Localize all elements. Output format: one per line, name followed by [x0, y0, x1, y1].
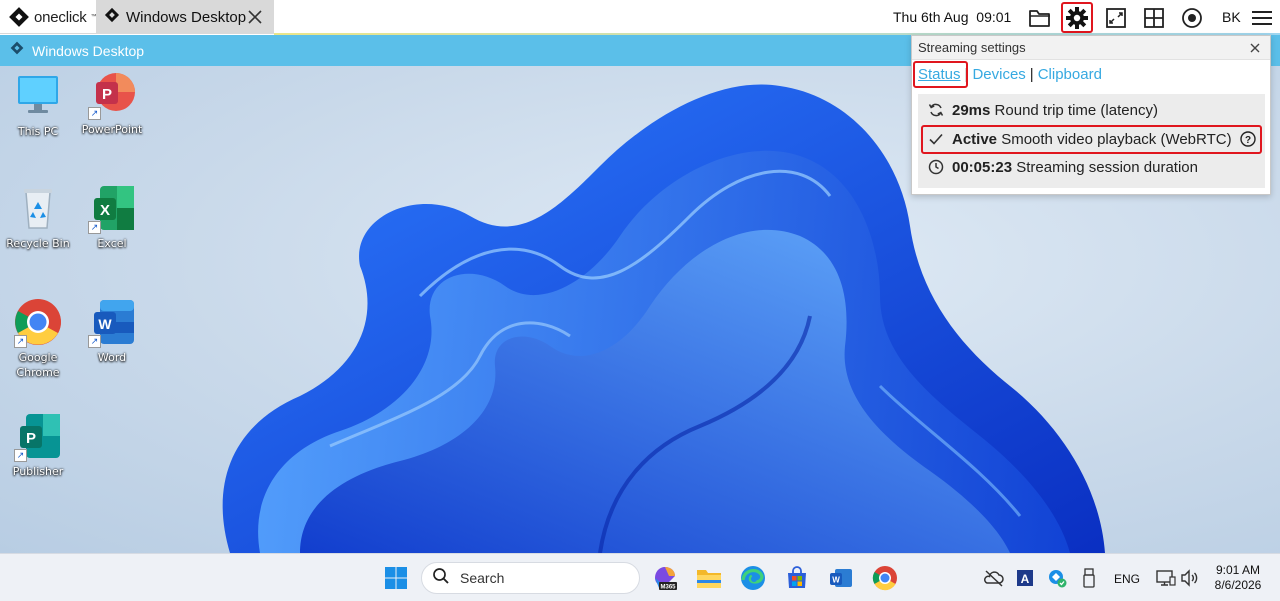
- desktop-icon-recycle-bin[interactable]: Recycle Bin: [3, 184, 73, 251]
- svg-text:A: A: [1021, 572, 1030, 586]
- volume-icon[interactable]: [1176, 564, 1204, 592]
- brand-logo[interactable]: oneclick ™: [0, 0, 97, 34]
- m365-icon[interactable]: M365: [651, 564, 679, 592]
- diamond-icon: [104, 7, 120, 28]
- clock-icon: [928, 159, 944, 175]
- language-indicator[interactable]: ENG: [1114, 572, 1140, 586]
- shortcut-arrow-icon: ↗: [14, 335, 27, 348]
- windows-start-icon[interactable]: [382, 564, 410, 592]
- desktop-icon-label: Excel: [97, 237, 127, 250]
- grid-icon[interactable]: [1141, 5, 1167, 31]
- word-icon: W ↗: [88, 298, 136, 348]
- desktop-icon-word[interactable]: W ↗ Word: [77, 298, 147, 365]
- shortcut-arrow-icon: ↗: [14, 449, 27, 462]
- duration-value: 00:05:23: [952, 158, 1013, 176]
- publisher-icon: P ↗: [14, 412, 62, 462]
- user-avatar[interactable]: BK: [1222, 9, 1241, 25]
- tab-windows-desktop[interactable]: Windows Desktop: [96, 0, 274, 34]
- menu-icon[interactable]: [1249, 5, 1275, 31]
- duration-text: Streaming session duration: [1016, 158, 1198, 176]
- panel-header: Streaming settings: [912, 36, 1270, 60]
- shortcut-arrow-icon: ↗: [88, 221, 101, 234]
- desktop-icon-label: Recycle Bin: [6, 237, 70, 250]
- taskbar-search[interactable]: Search: [421, 562, 640, 594]
- top-bar: oneclick ™ Windows Desktop Thu 6th Aug 09…: [0, 0, 1280, 35]
- network-off-icon[interactable]: [980, 564, 1008, 592]
- desktop-icon-label: Google Chrome: [16, 351, 60, 379]
- chrome-taskbar-icon[interactable]: [871, 564, 899, 592]
- tab-clipboard[interactable]: Clipboard: [1038, 66, 1102, 83]
- app-a-icon[interactable]: A: [1011, 564, 1039, 592]
- sync-icon: [928, 102, 944, 118]
- svg-text:P: P: [102, 86, 112, 103]
- resize-icon[interactable]: [1103, 5, 1129, 31]
- tab-close-icon[interactable]: [246, 8, 264, 26]
- security-shield-icon[interactable]: [1043, 564, 1071, 592]
- chrome-icon: ↗: [14, 298, 62, 348]
- excel-icon: X ↗: [88, 184, 136, 234]
- desktop-icon-this-pc[interactable]: This PC: [3, 72, 73, 139]
- oneclick-logo-icon: [8, 6, 30, 28]
- settings-highlight: [1061, 2, 1093, 33]
- usb-icon[interactable]: [1075, 564, 1103, 592]
- svg-text:X: X: [100, 202, 110, 219]
- taskbar-date: 8/6/2026: [1214, 578, 1262, 592]
- desktop-icon-label: Word: [97, 351, 127, 364]
- taskbar-clock[interactable]: 9:01 AM 8/6/2026: [1210, 563, 1266, 593]
- desktop-icon-excel[interactable]: X ↗ Excel: [77, 184, 147, 251]
- svg-text:P: P: [26, 430, 36, 447]
- folder-icon[interactable]: [1027, 5, 1053, 31]
- recycle-bin-icon: [14, 184, 62, 232]
- microsoft-store-icon[interactable]: [783, 564, 811, 592]
- status-tab-highlight: [913, 61, 968, 88]
- close-icon[interactable]: [1248, 41, 1262, 55]
- window-title: Windows Desktop: [32, 42, 145, 59]
- word-taskbar-icon[interactable]: W: [827, 564, 855, 592]
- taskbar-time: 9:01 AM: [1215, 563, 1261, 577]
- brand-name: oneclick: [34, 8, 87, 26]
- panel-title: Streaming settings: [918, 40, 1026, 55]
- svg-text:W: W: [832, 576, 840, 585]
- desktop-icon-label: This PC: [17, 125, 59, 138]
- streaming-settings-panel: Streaming settings Status | Devices | Cl…: [911, 35, 1271, 195]
- diamond-icon: [10, 41, 24, 60]
- powerpoint-icon: P ↗: [88, 70, 136, 120]
- record-icon[interactable]: [1179, 5, 1205, 31]
- svg-text:M365: M365: [660, 585, 676, 591]
- desktop-icon-label: PowerPoint: [81, 123, 143, 136]
- shortcut-arrow-icon: ↗: [88, 335, 101, 348]
- tab-separator: |: [1029, 66, 1034, 83]
- svg-text:W: W: [98, 316, 112, 332]
- latency-row: 29ms Round trip time (latency): [928, 98, 1158, 122]
- taskbar: Search M365 W A ENG 9:01 AM 8/6/2026: [0, 553, 1280, 601]
- tab-title: Windows Desktop: [126, 8, 247, 26]
- latency-text: Round trip time (latency): [994, 101, 1158, 119]
- latency-value: 29ms: [952, 101, 991, 119]
- monitor-icon: [14, 72, 62, 120]
- shortcut-arrow-icon: ↗: [88, 107, 101, 120]
- desktop-icon-label: Publisher: [12, 465, 64, 478]
- webrtc-row-highlight: [921, 125, 1262, 154]
- file-explorer-icon[interactable]: [695, 564, 723, 592]
- search-icon: [432, 567, 450, 590]
- tab-devices[interactable]: Devices: [972, 66, 1025, 83]
- desktop-icon-publisher[interactable]: P ↗ Publisher: [3, 412, 73, 479]
- search-placeholder: Search: [460, 570, 505, 586]
- desktop-icon-powerpoint[interactable]: P ↗ PowerPoint: [77, 70, 147, 137]
- desktop-icon-google-chrome[interactable]: ↗ Google Chrome: [3, 298, 73, 380]
- duration-row: 00:05:23 Streaming session duration: [928, 155, 1198, 179]
- topbar-datetime: Thu 6th Aug 09:01: [893, 9, 1012, 25]
- edge-icon[interactable]: [739, 564, 767, 592]
